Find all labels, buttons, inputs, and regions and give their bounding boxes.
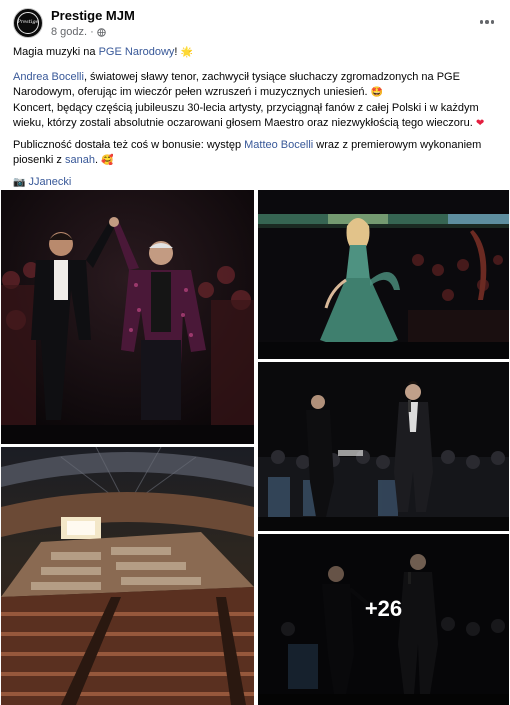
sanah-link[interactable]: sanah — [65, 154, 95, 166]
jjanecki-link[interactable]: JJanecki — [29, 176, 72, 188]
pge-narodowy-link[interactable]: PGE Narodowy — [99, 46, 175, 58]
photo-singer-green-gown[interactable] — [258, 190, 509, 359]
andrea-bocelli-link[interactable]: Andrea Bocelli — [13, 71, 84, 83]
photo-matteo-orchestra[interactable] — [258, 362, 509, 531]
photo-bocelli-duo-bow[interactable] — [1, 190, 254, 444]
page-avatar[interactable]: Prestige — [13, 8, 43, 38]
glowing-star-emoji-icon: 🌟 — [180, 47, 193, 58]
post-paragraph-1: Magia muzyki na PGE Narodowy! 🌟 — [13, 45, 501, 61]
post-text: Koncert, będący częścią jubileuszu 30-le… — [13, 101, 479, 130]
globe-icon — [97, 27, 106, 37]
meta-separator: · — [90, 26, 94, 38]
post-text: Magia muzyki na — [13, 46, 99, 58]
post-text: ! — [174, 46, 178, 58]
post-paragraph-3: Publiczność dostała też coś w bonusie: w… — [13, 138, 501, 169]
post-header: Prestige Prestige MJM 8 godz. · — [0, 0, 510, 40]
post-text: Publiczność dostała też coś w bonusie: w… — [13, 138, 245, 151]
post-body: Magia muzyki na PGE Narodowy! 🌟 Andrea B… — [13, 45, 501, 196]
post-paragraph-2: Andrea Bocelli, światowej sławy tenor, z… — [13, 70, 501, 132]
post-credit: 📷 JJanecki — [13, 175, 501, 191]
smiling-hearts-emoji-icon: 🥰 — [101, 155, 114, 166]
matteo-bocelli-link[interactable]: Matteo Bocelli — [244, 139, 313, 151]
photo-stadium-audience[interactable] — [1, 447, 254, 705]
more-options-icon[interactable] — [478, 13, 496, 31]
photo-matteo-conductor[interactable]: +26 — [258, 534, 509, 705]
page-name-link[interactable]: Prestige MJM — [51, 8, 135, 23]
post-text: . — [94, 154, 99, 166]
camera-icon: 📷 — [13, 176, 26, 188]
post-time[interactable]: 8 godz. — [51, 26, 87, 38]
photo-grid: +26 — [0, 190, 510, 705]
more-photos-count[interactable]: +26 — [258, 596, 509, 622]
star-struck-emoji-icon: 🤩 — [370, 87, 384, 98]
avatar-logo-text: Prestige — [17, 19, 39, 25]
post-meta: 8 godz. · — [51, 26, 106, 38]
heart-emoji-icon: ❤ — [475, 118, 485, 129]
